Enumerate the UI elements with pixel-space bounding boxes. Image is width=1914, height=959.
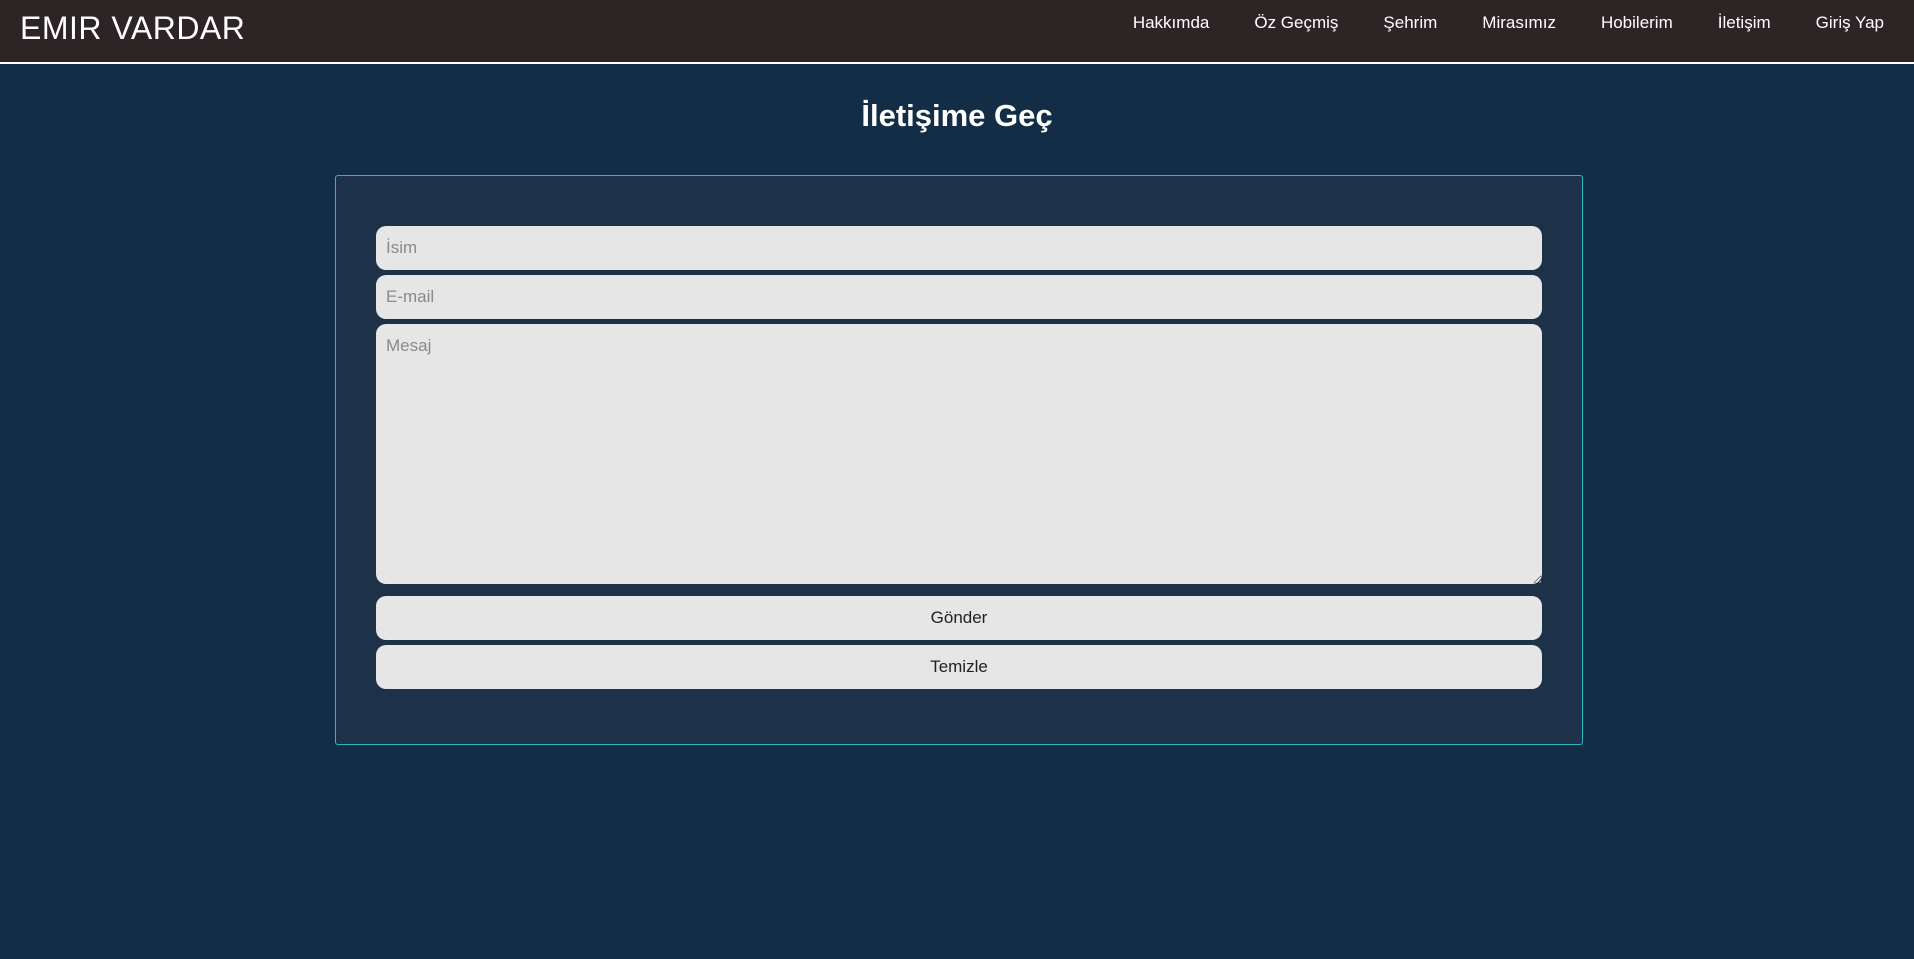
- page-title: İletişime Geç: [861, 98, 1053, 133]
- top-navbar: EMIR VARDAR Hakkımda Öz Geçmiş Şehrim Mi…: [0, 0, 1914, 64]
- email-input[interactable]: [376, 275, 1542, 319]
- nav-link-oz-gecmis[interactable]: Öz Geçmiş: [1254, 12, 1338, 34]
- main-nav: Hakkımda Öz Geçmiş Şehrim Mirasımız Hobi…: [1088, 12, 1884, 34]
- send-button[interactable]: Gönder: [376, 596, 1542, 640]
- nav-link-iletisim[interactable]: İletişim: [1718, 12, 1771, 34]
- contact-form: Gönder Temizle: [335, 175, 1583, 745]
- nav-link-giris-yap[interactable]: Giriş Yap: [1816, 12, 1884, 34]
- name-input[interactable]: [376, 226, 1542, 270]
- message-textarea[interactable]: [376, 324, 1542, 584]
- nav-link-hakkimda[interactable]: Hakkımda: [1133, 12, 1210, 34]
- nav-link-hobilerim[interactable]: Hobilerim: [1601, 12, 1673, 34]
- clear-button[interactable]: Temizle: [376, 645, 1542, 689]
- nav-link-mirasimiz[interactable]: Mirasımız: [1482, 12, 1556, 34]
- site-brand[interactable]: EMIR VARDAR: [20, 8, 245, 48]
- nav-link-sehrim[interactable]: Şehrim: [1383, 12, 1437, 34]
